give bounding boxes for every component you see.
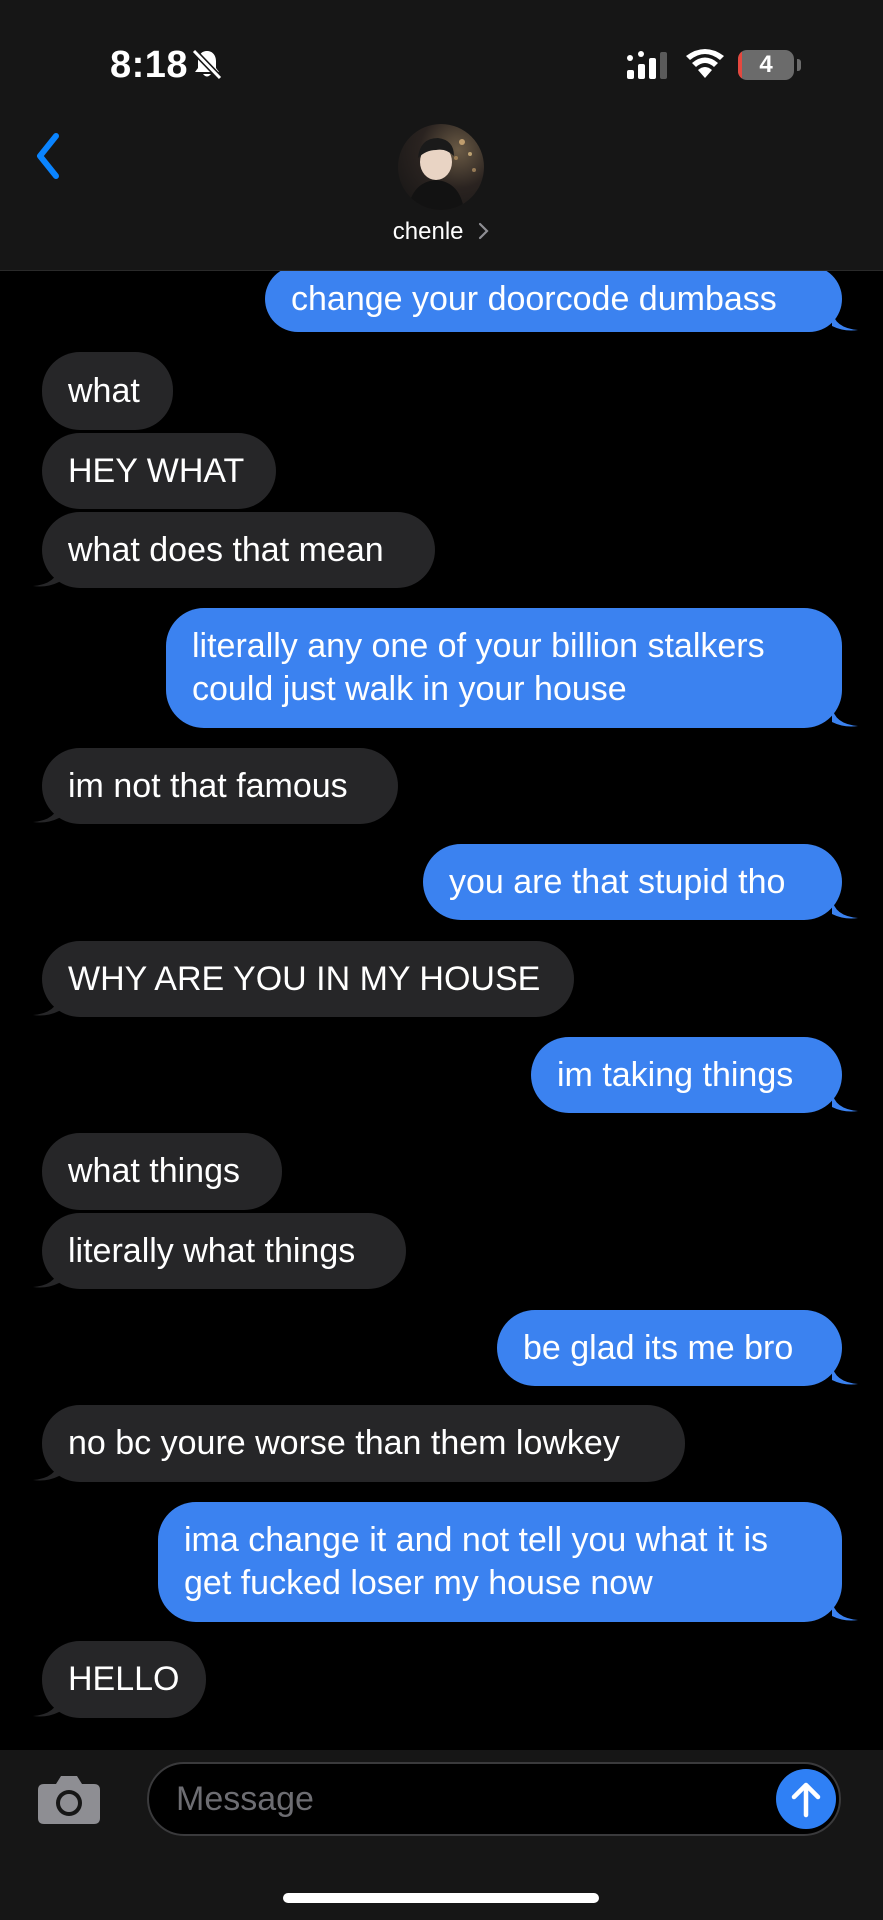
chevron-left-icon[interactable] [28, 128, 68, 184]
bubble-tail [33, 995, 59, 1016]
home-indicator[interactable] [283, 1893, 599, 1903]
message-bubble-outgoing[interactable]: literally any one of your billion stalke… [166, 608, 842, 728]
message-text: WHY ARE YOU IN MY HOUSE [68, 959, 541, 998]
battery-indicator: 4 [738, 50, 794, 80]
message-bubble-incoming[interactable]: no bc youre worse than them lowkey [42, 1405, 685, 1482]
conversation-header: 8:18 4 chenle [0, 0, 883, 271]
message-bubble-incoming[interactable]: im not that famous [42, 748, 398, 824]
bell-slash-icon [191, 48, 223, 81]
message-bubble-outgoing[interactable]: ima change it and not tell you what it i… [158, 1502, 842, 1622]
bubble-tail [832, 1600, 858, 1621]
battery-level: 4 [759, 51, 773, 78]
contact-avatar[interactable] [398, 124, 484, 210]
bubble-tail [33, 566, 59, 587]
bubble-tail [33, 802, 59, 823]
message-bubble-incoming[interactable]: what [42, 352, 173, 430]
bubble-tail [33, 1460, 59, 1481]
message-bubble-incoming[interactable]: HEY WHAT [42, 433, 276, 509]
message-text: im taking things [557, 1055, 794, 1094]
bubble-tail [33, 1696, 59, 1717]
message-bubble-incoming[interactable]: what does that mean [42, 512, 435, 588]
message-text: im not that famous [68, 766, 348, 805]
send-button[interactable] [776, 1769, 836, 1829]
message-bubble-outgoing[interactable]: be glad its me bro [497, 1310, 842, 1386]
camera-icon[interactable] [36, 1770, 102, 1826]
message-text: you are that stupid tho [449, 862, 786, 901]
status-time: 8:18 [110, 44, 189, 86]
message-thread[interactable]: change your doorcode dumbass what HEY WH… [0, 0, 883, 1920]
battery-tip [797, 59, 801, 71]
cellular-signal-icon [627, 51, 667, 79]
bubble-tail [832, 1364, 858, 1385]
message-text: ima change it and not tell you what it i… [184, 1521, 768, 1602]
message-text: change your doorcode dumbass [291, 279, 777, 318]
wifi-icon [686, 49, 724, 78]
message-bubble-outgoing[interactable]: change your doorcode dumbass [265, 266, 842, 332]
message-bubble-outgoing[interactable]: you are that stupid tho [423, 844, 842, 920]
avatar-photo [408, 138, 476, 210]
message-bubble-incoming[interactable]: HELLO [42, 1641, 206, 1718]
arrow-up-icon [791, 1782, 821, 1818]
bubble-tail [832, 1091, 858, 1112]
message-text: literally what things [68, 1231, 356, 1270]
message-bubble-incoming[interactable]: what things [42, 1133, 282, 1210]
message-input-placeholder: Message [176, 1780, 314, 1818]
message-text: what does that mean [68, 530, 384, 569]
message-text: what things [68, 1152, 240, 1190]
bubble-tail [33, 1267, 59, 1288]
chevron-right-icon [479, 222, 489, 240]
bubble-tail [832, 898, 858, 919]
message-text: HEY WHAT [68, 451, 245, 490]
message-text: what [68, 371, 140, 410]
message-text: literally any one of your billion stalke… [192, 627, 765, 708]
contact-name-row[interactable]: chenle [0, 214, 883, 250]
message-text: no bc youre worse than them lowkey [68, 1424, 620, 1462]
bubble-tail [832, 310, 858, 331]
message-bubble-outgoing[interactable]: im taking things [531, 1037, 842, 1113]
message-text: be glad its me bro [523, 1328, 794, 1367]
message-text: HELLO [68, 1660, 180, 1698]
contact-name: chenle [392, 218, 464, 245]
message-bubble-incoming[interactable]: literally what things [42, 1213, 406, 1289]
bubble-tail [832, 706, 858, 727]
message-bubble-incoming[interactable]: WHY ARE YOU IN MY HOUSE [42, 941, 574, 1017]
